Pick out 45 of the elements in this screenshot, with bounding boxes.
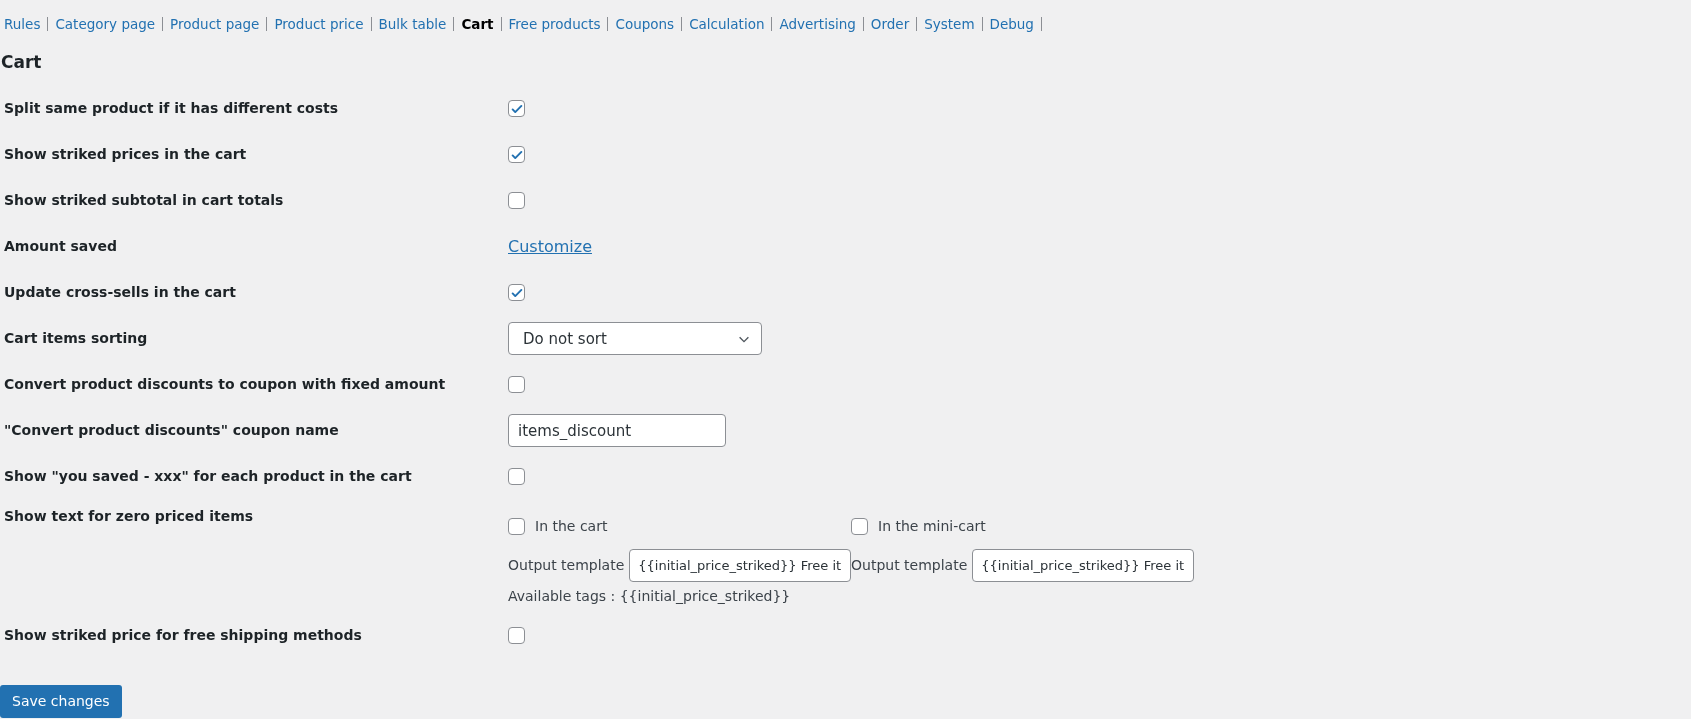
customize-link[interactable]: Customize (508, 234, 592, 259)
setting-label: Show text for zero priced items (3, 506, 255, 526)
section-heading: Cart (0, 51, 43, 75)
nav-link[interactable]: Cart (457, 14, 498, 35)
nav-link[interactable]: Category page (51, 14, 160, 35)
template-label: Output template (851, 555, 968, 575)
checkbox[interactable] (508, 284, 525, 302)
checkbox[interactable] (508, 146, 525, 164)
checkbox[interactable] (508, 100, 525, 118)
checkbox[interactable] (508, 192, 525, 210)
template-field[interactable]: {{initial_price_striked}} Free it (629, 548, 851, 582)
help-text: Available tags : {{initial_price_striked}} (508, 586, 792, 606)
nav-link[interactable]: Free products (504, 14, 605, 35)
setting-label: "Convert product discounts" coupon name (3, 421, 340, 441)
nav-link[interactable]: Rules (0, 14, 45, 35)
option-label: In the mini-cart (878, 516, 986, 536)
nav-link[interactable]: Calculation (685, 14, 769, 35)
sort-dropdown[interactable]: Do not sort (508, 322, 762, 356)
template-field[interactable]: {{initial_price_striked}} Free it (972, 548, 1194, 582)
setting-label: Show striked prices in the cart (3, 145, 248, 165)
setting-label: Split same product if it has different costs (3, 99, 340, 119)
checkbox[interactable] (508, 376, 525, 394)
checkbox[interactable] (508, 468, 525, 486)
nav-link[interactable]: Order (866, 14, 914, 35)
setting-label: Show striked subtotal in cart totals (3, 191, 285, 211)
option-label: In the cart (535, 516, 608, 536)
checkbox[interactable] (508, 517, 525, 535)
setting-label: Cart items sorting (3, 329, 149, 349)
setting-label: Show striked price for free shipping methods (3, 626, 363, 646)
nav-link[interactable]: Advertising (775, 14, 860, 35)
coupon-name-field[interactable]: items_discount (508, 414, 726, 448)
save-changes-button[interactable]: Save changes (0, 684, 122, 718)
checkbox[interactable] (508, 627, 525, 645)
nav-link[interactable]: Product page (166, 14, 264, 35)
nav-link[interactable]: Bulk table (374, 14, 451, 35)
setting-label: Show "you saved - xxx" for each product in the cart (3, 467, 413, 487)
template-label: Output template (508, 555, 625, 575)
nav-link[interactable]: Coupons (611, 14, 679, 35)
setting-label: Convert product discounts to coupon with fixed amount (3, 375, 447, 395)
nav-link[interactable]: Product price (270, 14, 368, 35)
checkbox[interactable] (851, 517, 868, 535)
nav-link[interactable]: System (920, 14, 979, 35)
nav-link[interactable]: Debug (985, 14, 1038, 35)
setting-label: Update cross-sells in the cart (3, 283, 237, 303)
setting-label: Amount saved (3, 237, 118, 257)
